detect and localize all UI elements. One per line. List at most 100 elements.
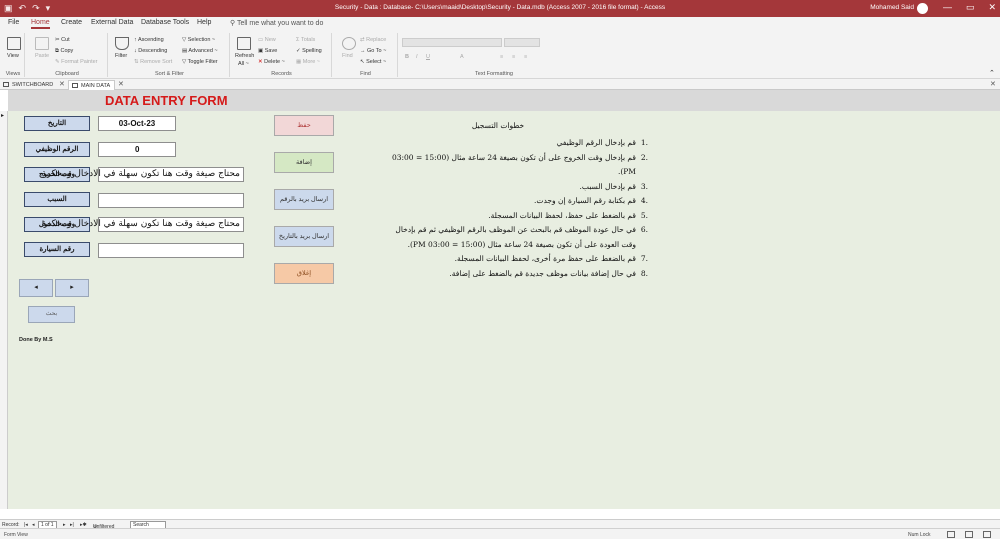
- step-text: قم بإدخال وقت الخروج على أن تكون بصيغة 2…: [391, 152, 636, 177]
- underline-icon[interactable]: U: [426, 54, 430, 60]
- refresh-button[interactable]: Refresh: [235, 53, 254, 59]
- save-record-button[interactable]: ▣ Save: [258, 48, 277, 54]
- advanced-button[interactable]: ▤ Advanced ~: [182, 48, 218, 54]
- bold-icon[interactable]: B: [405, 54, 409, 60]
- new-label: New: [264, 37, 276, 43]
- group-label-views: Views: [5, 71, 21, 77]
- car-number-field[interactable]: [98, 243, 244, 258]
- descending-label: Descending: [138, 48, 168, 54]
- align-center-icon[interactable]: ≡: [512, 54, 515, 60]
- more-label: More ~: [302, 59, 321, 65]
- close-window-button[interactable]: ✕: [988, 2, 996, 13]
- filter-icon[interactable]: [115, 37, 129, 50]
- tab-help[interactable]: Help: [197, 19, 211, 26]
- view-icon[interactable]: [7, 37, 21, 50]
- replace-label: Replace: [366, 37, 387, 43]
- ribbon-group-clipboard: Paste ✂ Cut ⧉ Copy ✎ Format Painter Clip…: [27, 33, 108, 77]
- minimize-button[interactable]: —: [943, 2, 952, 13]
- refresh-all-button[interactable]: All ~: [238, 61, 249, 67]
- italic-icon[interactable]: I: [416, 54, 418, 60]
- reason-field[interactable]: [98, 193, 244, 208]
- align-left-icon[interactable]: ≡: [500, 54, 503, 60]
- mail-by-id-button[interactable]: ارسال بريد بالرقم: [274, 189, 334, 210]
- next-record-button[interactable]: ▸: [55, 279, 89, 297]
- exit-time-field[interactable]: محتاج صيغة وقت هنا تكون سهلة في الادخال …: [42, 167, 244, 182]
- design-view-icon[interactable]: [983, 531, 991, 538]
- tell-me-search[interactable]: ⚲ Tell me what you want to do: [230, 19, 323, 27]
- filter-button[interactable]: Filter: [115, 53, 127, 59]
- ribbon-group-text-formatting: B I U A ≡ ≡ ≡ Text Formatting: [400, 33, 588, 77]
- tab-file[interactable]: File: [8, 19, 19, 26]
- instruction-item: 6. في حال عودة الموظف قم بالبحث عن الموظف…: [388, 223, 648, 252]
- mail-by-date-button[interactable]: ارسال بريد بالتاريخ: [274, 226, 334, 247]
- font-size-combo[interactable]: [504, 38, 540, 47]
- select-button[interactable]: ↖ Select ~: [360, 59, 386, 65]
- spelling-button[interactable]: ✓ Spelling: [296, 48, 322, 54]
- previous-record-button[interactable]: ◂: [19, 279, 53, 297]
- date-field[interactable]: 03-Oct-23: [98, 116, 176, 131]
- record-navigation-bar: Record: |◂ ◂ 1 of 1 ▸ ▸| ▸✱ ⊘ Unfiltered…: [0, 519, 1000, 530]
- align-right-icon[interactable]: ≡: [524, 54, 527, 60]
- refresh-icon[interactable]: [237, 37, 251, 50]
- step-number: 4.: [640, 196, 648, 205]
- add-button[interactable]: إضافة: [274, 152, 334, 173]
- search-button[interactable]: بحث: [28, 306, 75, 323]
- find-icon[interactable]: [342, 37, 356, 50]
- step-number: 1.: [640, 138, 648, 147]
- tab-database-tools[interactable]: Database Tools: [141, 19, 189, 26]
- view-button[interactable]: View: [7, 53, 19, 59]
- replace-button[interactable]: ⇄ Replace: [360, 37, 386, 43]
- form-title: DATA ENTRY FORM: [105, 93, 228, 108]
- descending-button[interactable]: ↓ Descending: [134, 48, 167, 54]
- record-selector[interactable]: ▸: [0, 111, 8, 509]
- toggle-filter-button[interactable]: ▽ Toggle Filter: [182, 59, 218, 65]
- close-form-button[interactable]: إغلاق: [274, 263, 334, 284]
- tab-external-data[interactable]: External Data: [91, 19, 133, 26]
- ascending-button[interactable]: ↑ Ascending: [134, 37, 164, 43]
- employee-id-field[interactable]: 0: [98, 142, 176, 157]
- step-text: قم بكتابة رقم السيارة إن وجدت.: [534, 196, 636, 205]
- instruction-item: 5. قم بالضغط على حفظ، لحفظ البيانات المسج…: [388, 209, 648, 224]
- step-text: في حال إضافة بيانات موظف جديدة قم بالضغط…: [449, 268, 636, 278]
- user-name[interactable]: Mohamed Said: [870, 4, 914, 11]
- cut-button[interactable]: ✂ Cut: [55, 37, 70, 43]
- totals-button[interactable]: Σ Totals: [296, 37, 315, 43]
- close-switchboard-icon[interactable]: ✕: [59, 80, 65, 88]
- datasheet-view-icon[interactable]: [965, 531, 973, 538]
- format-painter-button[interactable]: ✎ Format Painter: [55, 59, 98, 65]
- instruction-item: 1. قم بإدخال الرقم الوظيفي: [388, 136, 648, 151]
- goto-button[interactable]: → Go To ~: [360, 48, 386, 54]
- delete-record-button[interactable]: ✕ Delete ~: [258, 59, 285, 65]
- copy-button[interactable]: ⧉ Copy: [55, 48, 73, 55]
- tab-home[interactable]: Home: [31, 19, 50, 29]
- more-button[interactable]: ▦ More ~: [296, 59, 320, 65]
- font-name-combo[interactable]: [402, 38, 502, 47]
- window-title: Security - Data : Database- C:\Users\maa…: [334, 4, 666, 11]
- remove-sort-button[interactable]: ⇅ Remove Sort: [134, 59, 172, 65]
- instruction-item: 3. قم بإدخال السبب.: [388, 180, 649, 195]
- save-label: Save: [264, 48, 278, 54]
- tab-main-data[interactable]: MAIN DATA: [68, 80, 116, 90]
- find-button[interactable]: Find: [342, 53, 353, 59]
- step-number: 8.: [640, 268, 648, 278]
- save-button[interactable]: حفظ: [274, 115, 334, 136]
- new-record-button[interactable]: ▭ New: [258, 37, 276, 43]
- collapse-ribbon-icon[interactable]: ⌃: [989, 69, 995, 77]
- form-view-icon[interactable]: [947, 531, 955, 538]
- tab-create[interactable]: Create: [61, 19, 82, 26]
- avatar[interactable]: [917, 3, 928, 14]
- restore-button[interactable]: ▭: [966, 2, 975, 13]
- goto-label: Go To ~: [367, 48, 387, 54]
- object-tabs: SWITCHBOARD ✕ MAIN DATA ✕ ✕: [0, 79, 1000, 90]
- form-body: التاريخ 03-Oct-23 الرقم الوظيفي 0 وقت ال…: [8, 111, 1000, 509]
- entry-time-field[interactable]: محتاج صيغة وقت هنا تكون سهلة في الادخال …: [42, 217, 244, 232]
- selection-button[interactable]: ▽ Selection ~: [182, 37, 215, 43]
- form-header: DATA ENTRY FORM: [8, 90, 1000, 111]
- step-text: في حال عودة الموظف قم بالبحث عن الموظف ب…: [395, 225, 636, 249]
- font-color-icon[interactable]: A: [460, 54, 464, 60]
- tab-switchboard[interactable]: SWITCHBOARD: [0, 80, 57, 90]
- goto-icon: →: [360, 48, 368, 54]
- close-object-icon[interactable]: ✕: [990, 80, 996, 88]
- close-main-data-icon[interactable]: ✕: [118, 80, 124, 88]
- paste-button[interactable]: Paste: [35, 53, 49, 59]
